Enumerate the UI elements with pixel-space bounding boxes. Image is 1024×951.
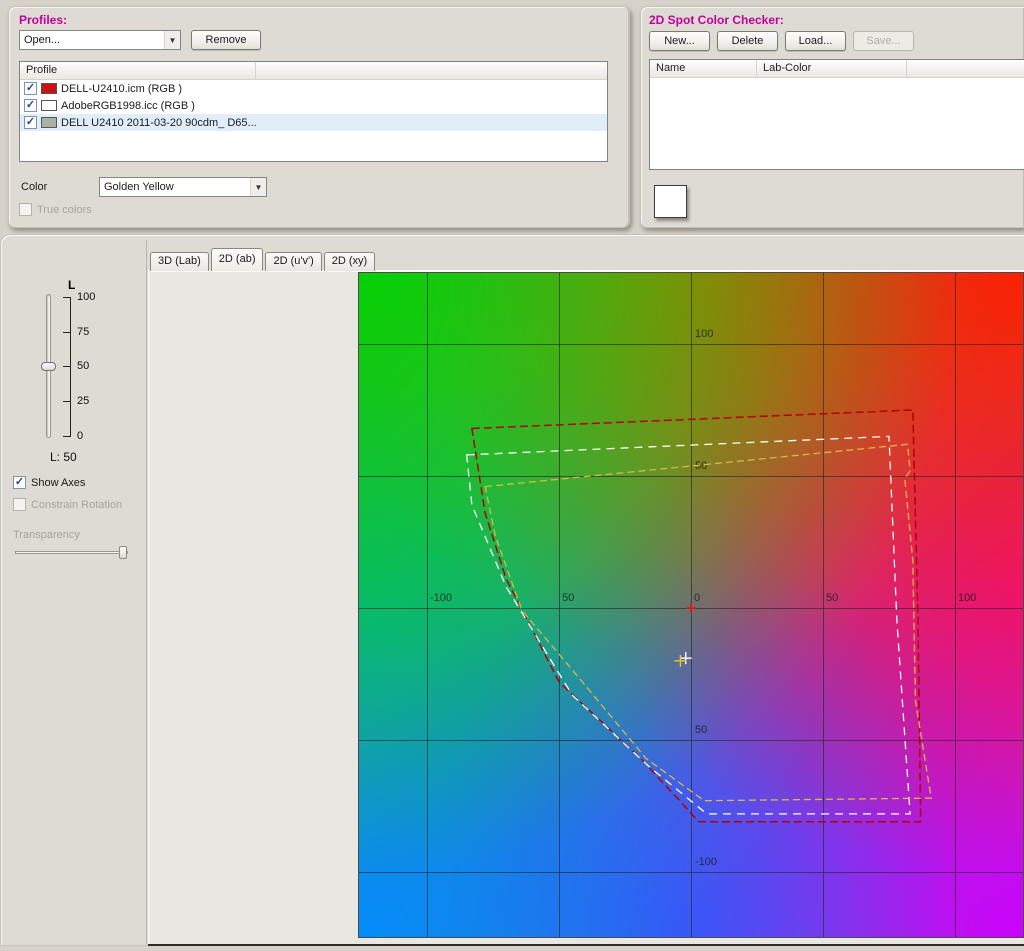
l-tick-label: 0 <box>77 430 83 442</box>
gamut-chart-2d-ab[interactable]: -100500501001005050-100 <box>358 272 1024 938</box>
color-label: Color <box>21 181 47 193</box>
spot-delete-button[interactable]: Delete <box>717 31 778 51</box>
color-dropdown[interactable]: Golden Yellow ▼ <box>99 177 267 197</box>
spot-column-spacer <box>907 60 1024 77</box>
l-tick-mark <box>63 436 71 437</box>
transparency-slider-handle[interactable] <box>119 546 127 559</box>
l-tick-label: 100 <box>77 291 95 303</box>
show-axes-label: Show Axes <box>31 477 85 489</box>
spot-table-header[interactable]: Name Lab-Color <box>650 60 1024 78</box>
profile-label: AdobeRGB1998.icc (RGB ) <box>61 100 195 112</box>
spot-color-table[interactable]: Name Lab-Color <box>649 59 1024 170</box>
spot-column-lab-color[interactable]: Lab-Color <box>757 60 907 77</box>
profile-list-item[interactable]: ✓ DELL U2410 2011-03-20 90cdm_ D65... <box>20 114 607 131</box>
profile-checkbox[interactable]: ✓ <box>24 99 37 112</box>
open-profile-dropdown[interactable]: Open... ▼ <box>19 30 181 50</box>
profiles-list[interactable]: Profile ✓ DELL-U2410.icm (RGB ) ✓ AdobeRGB1… <box>19 61 608 162</box>
profile-list-item[interactable]: ✓ DELL-U2410.icm (RGB ) <box>20 80 607 97</box>
view-divider <box>146 240 147 944</box>
profile-label: DELL U2410 2011-03-20 90cdm_ D65... <box>61 117 257 129</box>
spot-column-name[interactable]: Name <box>650 60 757 77</box>
l-tick-label: 75 <box>77 326 89 338</box>
true-colors-row: ✓ True colors <box>19 203 92 216</box>
spot-color-checker-panel: 2D Spot Color Checker: New... Delete Load.… <box>640 6 1024 228</box>
spot-save-button: Save... <box>853 31 914 51</box>
l-value-readout: L: 50 <box>50 450 77 464</box>
l-tick-label: 25 <box>77 395 89 407</box>
view-tabs: 3D (Lab)2D (ab)2D (u'v')2D (xy) <box>150 248 377 271</box>
true-colors-checkbox[interactable]: ✓ <box>19 203 32 216</box>
tab-2dab[interactable]: 2D (ab) <box>211 248 264 271</box>
profiles-column-header[interactable]: Profile <box>20 62 256 79</box>
tab-2dxy[interactable]: 2D (xy) <box>324 252 375 271</box>
true-colors-label: True colors <box>37 204 92 216</box>
l-tick-mark <box>63 332 71 333</box>
constrain-rotation-label: Constrain Rotation <box>31 499 122 511</box>
profile-checkbox[interactable]: ✓ <box>24 82 37 95</box>
spot-color-swatch[interactable] <box>654 185 687 218</box>
color-dropdown-value: Golden Yellow <box>100 181 250 193</box>
gamut-outline <box>485 444 931 800</box>
profile-color-swatch <box>41 117 57 128</box>
constrain-rotation-checkbox[interactable]: ✓ <box>13 498 26 511</box>
transparency-label: Transparency <box>13 529 80 541</box>
profiles-panel: Profiles: Open... ▼ Remove Profile ✓ DELL… <box>8 6 630 228</box>
remove-button[interactable]: Remove <box>191 30 261 50</box>
window-bottom-edge <box>148 944 1024 946</box>
profiles-rows: ✓ DELL-U2410.icm (RGB ) ✓ AdobeRGB1998.icc … <box>20 80 607 131</box>
spot-new-button[interactable]: New... <box>649 31 710 51</box>
chevron-down-icon[interactable]: ▼ <box>164 31 180 49</box>
profile-color-swatch <box>41 83 57 94</box>
l-slider-handle[interactable] <box>41 362 56 371</box>
profile-color-swatch <box>41 100 57 111</box>
gamut-outline <box>467 436 910 814</box>
l-axis-title: L <box>68 278 75 292</box>
app-window: { "profiles_panel": { "title": "Profiles… <box>0 0 1024 951</box>
transparency-slider-track[interactable] <box>15 551 128 554</box>
show-axes-row: ✓ Show Axes <box>13 476 85 489</box>
l-tick-mark <box>63 366 71 367</box>
constrain-rotation-row: ✓ Constrain Rotation <box>13 498 122 511</box>
profile-label: DELL-U2410.icm (RGB ) <box>61 83 182 95</box>
show-axes-checkbox[interactable]: ✓ <box>13 476 26 489</box>
profiles-list-header[interactable]: Profile <box>20 62 607 80</box>
l-tick-mark <box>63 297 71 298</box>
gamut-outlines <box>359 273 1024 938</box>
profiles-column-spacer <box>256 62 607 79</box>
spot-panel-title: 2D Spot Color Checker: <box>649 13 784 27</box>
open-profile-dropdown-value: Open... <box>20 34 164 46</box>
l-tick-mark <box>63 401 71 402</box>
tab-3dlab[interactable]: 3D (Lab) <box>150 252 209 271</box>
gamut-outline <box>472 410 921 822</box>
profiles-title: Profiles: <box>19 13 67 27</box>
spot-load-button[interactable]: Load... <box>785 31 846 51</box>
tab-2duv[interactable]: 2D (u'v') <box>265 252 321 271</box>
l-tick-label: 50 <box>77 360 89 372</box>
chevron-down-icon[interactable]: ▼ <box>250 178 266 196</box>
profile-checkbox[interactable]: ✓ <box>24 116 37 129</box>
profile-list-item[interactable]: ✓ AdobeRGB1998.icc (RGB ) <box>20 97 607 114</box>
